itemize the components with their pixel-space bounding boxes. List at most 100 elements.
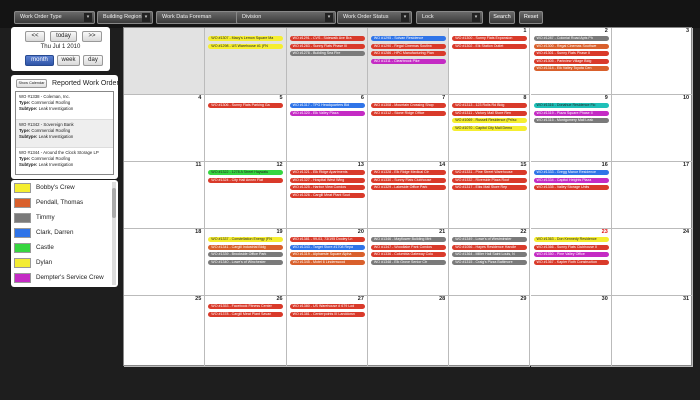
calendar-event[interactable]: WO #1302 - Elk Station Outlet [452,43,528,49]
calendar-event[interactable]: WO #1291 - CVS - Sidewalk Ave Bra [289,36,365,41]
calendar-day-cell[interactable]: 6 WO #1317 - TPG Headquarters Bld WO #1320… [286,95,368,162]
calendar-day-cell[interactable]: 1 WO #1300 - Sunny Flats Expansion WO #130… [449,28,531,95]
week-view-button[interactable]: week [57,55,80,66]
filter-building-region-dropdown[interactable]: Building Region ▾ [97,11,153,24]
reported-work-order-item[interactable]: WO #1342 - Sovereign Bank Type: Commercia… [16,120,113,148]
calendar-event[interactable]: WO #1308 - Mountain Crossing Shop [370,103,446,108]
calendar-event[interactable]: WO #1316 - Donahue Residence Flo [533,103,609,108]
calendar-event[interactable]: WO #1340 - Lowe's of Winchester [208,259,284,265]
calendar-day-cell[interactable]: 11 [124,162,206,229]
calendar-event[interactable]: WO #1349 - Lowe's of Westminster [452,237,528,242]
calendar-event[interactable]: WO #1335 - Valley Storage Units [533,185,609,191]
calendar-event[interactable]: WO #1301 - Sunny Flats Phase II [533,51,609,57]
calendar-day-cell[interactable]: 14 WO #1328 - Elk Ridge Medical Ctr WO #13… [367,162,450,229]
calendar-event[interactable]: WO #1070 - Capitol City Mall Demo [452,125,528,131]
calendar-day-cell[interactable]: 17 [611,162,694,229]
calendar-event[interactable]: WO #1366 - Sunny Flats Clubhouse II [533,244,609,250]
calendar-day-cell[interactable]: 10 [611,95,694,162]
calendar-day-cell[interactable]: 30 [530,296,612,367]
day-view-button[interactable]: day [83,55,103,66]
calendar-event[interactable]: WO #1364 - Miller Hall Saint Louis, N [452,252,528,258]
calendar-event[interactable]: WO #1327 - Hospital West Wing [289,177,365,183]
calendar-day-cell[interactable]: 2 WO #1287 - Colonial Road Apts Ph WO #130… [530,28,612,95]
calendar-day-cell[interactable]: 22 WO #1349 - Lowe's of Westminster WO #10… [449,229,531,296]
crew-legend-scrollbar[interactable] [112,182,116,285]
calendar-day-cell[interactable]: 20 WO #1381 - 99-03, 73/195 Dooley Ln WO #… [286,229,368,296]
calendar-event[interactable]: WO #1314 - Elk Valley Toyota Cen [533,66,609,72]
calendar-event[interactable]: WO #1321 - Elk Ridge Apartments [289,170,365,175]
calendar-event[interactable]: WO #1311 - Victory Mall Store Ren [452,110,528,116]
show-calendar-button[interactable]: Show Calendar [16,79,47,88]
calendar-event[interactable]: WO #1320 - Elk Valley Plaza [289,110,365,116]
calendar-day-cell[interactable]: WO #1291 - CVS - Sidewalk Ave Bra WO #128… [286,28,368,95]
calendar-day-cell[interactable]: 27 WO #1380 - US Warehouse # 679 Lod WO #1… [286,296,368,367]
calendar-day-cell[interactable]: 21 WO #1346 - Mayflower Building Mnt WO #1… [367,229,450,296]
crew-legend-item[interactable]: Castle [14,242,114,256]
month-view-button[interactable]: month [25,55,54,66]
calendar-event[interactable]: WO #1305 - Parkview Village Bldg [533,58,609,64]
today-button[interactable]: today [50,31,77,42]
calendar-event[interactable]: WO #1353 - Facebook Fitness Center [208,304,284,309]
crew-legend-item[interactable]: Pendall, Thomas [14,197,114,211]
calendar-event[interactable]: WO #1307 - Macy's Lemon Square Ma [208,36,284,41]
calendar-event[interactable]: WO #1286 - HPC Manufacturing Plan [370,51,446,57]
crew-legend-item[interactable]: Dempter's Service Crew [14,272,114,286]
calendar-event[interactable]: WO #1328 - Elk Ridge Medical Ctr [370,170,446,175]
calendar-day-cell[interactable]: 5 WO #1306 - Sunny Flats Parking Ga [205,95,287,162]
calendar-event[interactable]: WO #1287 - Colonial Road Apts Ph [533,36,609,41]
calendar-event[interactable]: WO #1350 - Pine Valley Office [533,252,609,258]
calendar-day-cell[interactable]: 13 WO #1321 - Elk Ridge Apartments WO #132… [286,162,368,229]
calendar-event[interactable]: WO #1343 - Target Store #1708 Repa [289,244,365,250]
calendar-day-cell[interactable]: 3 [611,28,694,95]
prev-button[interactable]: << [25,31,45,42]
calendar-event[interactable]: WO #1056 - Hayes Residence Handle [452,244,528,250]
calendar-event[interactable]: WO #1345 - Motel 6 Lindenwood [289,259,365,265]
calendar-event[interactable]: WO #1339 - Brookside Office Park [208,252,284,258]
crew-legend-item[interactable]: Clark, Darren [14,227,114,241]
calendar-event[interactable]: WO #1380 - US Warehouse # 679 Lod [289,304,365,309]
calendar-event[interactable]: WO #1324 - City Hall Annex Flat [208,177,284,183]
calendar-event[interactable]: WO #1319 - Alphaeste Square Alpha [289,252,365,258]
calendar-event[interactable]: WO #1381 - Centerpoints III Landdown [289,311,365,317]
calendar-day-cell[interactable]: 26 WO #1353 - Facebook Fitness Center WO #… [205,296,287,367]
calendar-event[interactable]: WO #1283 - Sunny Flats Phase III [289,43,365,49]
calendar-day-cell[interactable]: 25 [124,296,206,367]
calendar-event[interactable]: WO #1315 - Craig's Pizza Baltimore [452,259,528,265]
crew-legend-item[interactable]: Bobby's Crew [14,182,114,196]
calendar-day-cell[interactable]: 7 WO #1308 - Mountain Crossing Shop WO #13… [367,95,450,162]
calendar-event[interactable]: WO #1347 - Woodlake Park Condos [370,244,446,250]
calendar-event[interactable]: WO #1315 - Montgomery Mall Leak [533,118,609,124]
filter-lock-dropdown[interactable]: Lock ▾ [416,11,483,24]
calendar-day-cell[interactable]: 31 [611,296,694,367]
calendar-event[interactable]: WO #1332 - Riverside Plaza Roof [452,177,528,183]
calendar-event[interactable]: WO #1329 - Lakeside Office Park [370,185,446,191]
calendar-day-cell[interactable]: 19 WO #1337 - Constellation Energy (FN WO … [205,229,287,296]
calendar-day-cell[interactable]: 4 [124,95,206,162]
crew-legend-item[interactable]: Dylan [14,257,114,271]
calendar-event[interactable]: WO #1325 - Harbor View Condos [289,185,365,191]
calendar-event[interactable]: WO #1333 - Gregg Manor Residence [533,170,609,175]
calendar-event[interactable]: WO #1295 - Solvan Residence [370,36,446,41]
calendar-day-cell[interactable]: WO #1307 - Macy's Lemon Square Ma WO #129… [205,28,287,95]
calendar-event[interactable]: WO #1278 - Building Sea Fire [289,51,365,57]
filter-division-dropdown[interactable]: Division ▾ [236,11,336,24]
calendar-event[interactable]: WO #1346 - Mayflower Building Mnt [370,237,446,242]
calendar-event[interactable]: WO #1312 - Stone Ridge Office [370,110,446,116]
scroll-thumb[interactable] [112,188,116,218]
next-button[interactable]: >> [82,31,102,42]
calendar-event[interactable]: WO #1348 - Elk Grove Senior Ctr [370,259,446,265]
calendar-day-cell[interactable] [124,28,206,95]
filter-work-order-type-dropdown[interactable]: Work Order Type ▾ [14,11,95,24]
calendar-event[interactable]: WO #1337 - Constellation Energy (FN [208,237,284,242]
calendar-event[interactable]: WO #1300 - Sunny Flats Expansion [452,36,528,41]
calendar-event[interactable]: WO #1381 - 99-03, 73/195 Dooley Ln [289,237,365,242]
reported-work-order-item[interactable]: WO #1338 - Coleman, Inc. Type: Commercial… [16,92,113,120]
calendar-event[interactable]: WO #1317 - TPG Headquarters Bld [289,103,365,108]
calendar-event[interactable]: WO #1378 - Cargill Meat Plant Savan [208,311,284,317]
calendar-day-cell[interactable]: WO #1295 - Solvan Residence WO #1290 - Re… [367,28,450,95]
calendar-day-cell[interactable]: 29 [449,296,531,367]
calendar-event[interactable]: WO #1311 - Clearbrook Pike [370,58,446,64]
calendar-event[interactable]: WO #1306 - Sunny Flats Parking Ga [208,103,284,108]
crew-legend-item[interactable]: Timmy [14,212,114,226]
calendar-event[interactable]: WO #1341 - Cargill Industrial Bldg [208,244,284,250]
